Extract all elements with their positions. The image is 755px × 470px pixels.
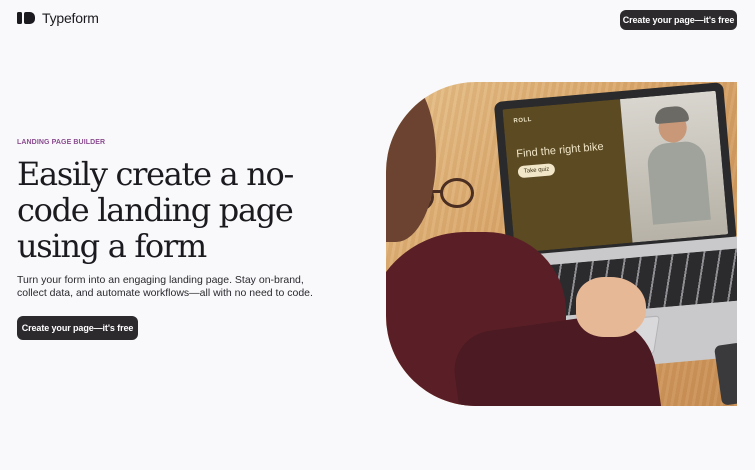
- hero-description: Turn your form into an engaging landing …: [17, 274, 313, 299]
- hero-section: LANDING PAGE BUILDER Easily create a no-…: [17, 139, 377, 340]
- eyebrow-label: LANDING PAGE BUILDER: [17, 139, 106, 146]
- screen-quiz-button: Take quiz: [517, 163, 556, 179]
- logo-text: Typeform: [42, 10, 99, 26]
- hero-cta-button[interactable]: Create your page—it's free: [17, 316, 138, 340]
- header-cta-button[interactable]: Create your page—it's free: [620, 10, 737, 30]
- screen-cyclist-photo: [619, 90, 729, 243]
- page-title: Easily create a no-code landing page usi…: [17, 155, 294, 265]
- typeform-logo-icon: [17, 12, 35, 24]
- hero-image: ROLL Find the right bike Take quiz: [386, 82, 737, 406]
- typeform-logo[interactable]: Typeform: [17, 10, 99, 26]
- person-hand: [576, 277, 646, 337]
- laptop-screen: ROLL Find the right bike Take quiz: [493, 82, 737, 262]
- screen-title: Find the right bike: [515, 140, 605, 161]
- screen-brand-logo: ROLL: [513, 116, 533, 125]
